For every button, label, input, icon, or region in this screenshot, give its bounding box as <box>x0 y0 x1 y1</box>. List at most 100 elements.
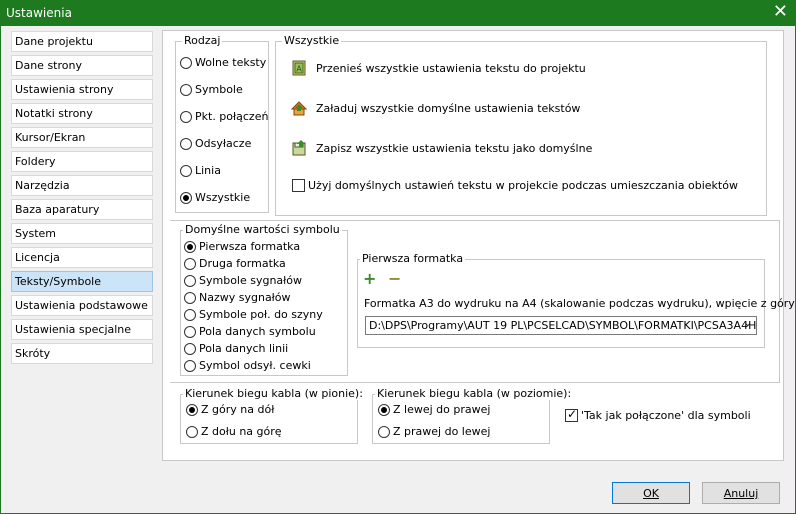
radio-wszystkie[interactable]: Wszystkie <box>180 191 250 204</box>
radio-label: Wolne teksty <box>195 56 267 69</box>
chevron-down-icon[interactable]: ⌄ <box>744 318 752 329</box>
section-divider <box>170 382 780 383</box>
radio-circle[interactable] <box>184 257 196 270</box>
cancel-button-label: Anuluj <box>723 487 759 500</box>
radio-label: Odsyłacze <box>195 137 252 150</box>
radio-circle[interactable] <box>378 403 390 416</box>
radio-circle[interactable] <box>184 240 196 253</box>
radio-pierwsza-formatka[interactable]: Pierwsza formatka <box>184 240 300 253</box>
radio-druga-formatka[interactable]: Druga formatka <box>184 257 286 270</box>
radio-circle[interactable] <box>186 403 198 416</box>
radio-nazwy-sygnalow[interactable]: Nazwy sygnałów <box>184 291 291 304</box>
radio-pola-danych-linii[interactable]: Pola danych linii <box>184 342 288 355</box>
sidebar-item-kursor-ekran[interactable]: Kursor/Ekran <box>11 127 153 148</box>
cancel-button[interactable]: Anuluj <box>702 482 780 504</box>
remove-icon[interactable]: − <box>388 271 401 287</box>
radio-symbol-odsyl-cewki[interactable]: Symbol odsył. cewki <box>184 359 311 372</box>
radio-linia[interactable]: Linia <box>180 164 221 177</box>
ok-button-label: OK <box>643 487 659 500</box>
radio-circle[interactable] <box>180 164 192 177</box>
use-defaults-checkbox[interactable] <box>292 179 305 192</box>
radio-circle[interactable] <box>184 342 196 355</box>
radio-z-prawej-do-lewej[interactable]: Z prawej do lewej <box>378 425 490 438</box>
sidebar-item-foldery[interactable]: Foldery <box>11 151 153 172</box>
radio-label: Nazwy sygnałów <box>199 291 291 304</box>
radio-circle[interactable] <box>184 359 196 372</box>
radio-circle[interactable] <box>180 137 192 150</box>
sidebar-item-ustawienia-podstawowe[interactable]: Ustawienia podstawowe <box>11 295 153 316</box>
radio-z-lewej-do-prawej[interactable]: Z lewej do prawej <box>378 403 490 416</box>
tak-jak-polaczone-row[interactable]: 'Tak jak połączone' dla symboli <box>565 407 751 422</box>
radio-z-gory-na-dol[interactable]: Z góry na dół <box>186 403 274 416</box>
radio-circle[interactable] <box>180 83 192 96</box>
tak-jak-polaczone-checkbox[interactable] <box>565 407 578 422</box>
window-title: Ustawienia <box>6 6 72 20</box>
load-defaults-icon <box>291 101 307 116</box>
sidebar-item-notatki-strony[interactable]: Notatki strony <box>11 103 153 124</box>
sidebar-item-baza-aparatury[interactable]: Baza aparatury <box>11 199 153 220</box>
radio-symbole[interactable]: Symbole <box>180 83 243 96</box>
sidebar-item-dane-projektu[interactable]: Dane projektu <box>11 31 153 52</box>
sidebar-item-ustawienia-specjalne[interactable]: Ustawienia specjalne <box>11 319 153 340</box>
radio-circle[interactable] <box>184 274 196 287</box>
action-label: Załaduj wszystkie domyślne ustawienia te… <box>316 101 581 115</box>
transfer-settings-action[interactable]: A Przenieś wszystkie ustawienia tekstu d… <box>291 60 586 76</box>
radio-symbole-sygnalow[interactable]: Symbole sygnałów <box>184 274 302 287</box>
sidebar-item-system[interactable]: System <box>11 223 153 244</box>
formatka-path-select[interactable]: D:\DPS\Programy\AUT 19 PL\PCSELCAD\SYMBO… <box>365 316 757 335</box>
kierunek-pion-legend: Kierunek biegu kabla (w pionie): <box>183 387 365 400</box>
save-defaults-action[interactable]: Zapisz wszystkie ustawienia tekstu jako … <box>291 140 592 156</box>
transfer-settings-icon: A <box>292 60 306 76</box>
radio-label: Z góry na dół <box>201 403 275 416</box>
radio-circle[interactable] <box>184 291 196 304</box>
save-defaults-icon <box>292 140 306 156</box>
radio-wolne-teksty[interactable]: Wolne teksty <box>180 56 266 69</box>
action-label: Zapisz wszystkie ustawienia tekstu jako … <box>316 141 593 155</box>
radio-circle[interactable] <box>184 325 196 338</box>
radio-label: Pierwsza formatka <box>199 240 301 253</box>
rodzaj-legend: Rodzaj <box>182 34 223 47</box>
use-defaults-checkbox-row[interactable]: Użyj domyślnych ustawień tekstu w projek… <box>292 179 738 192</box>
sidebar-item-dane-strony[interactable]: Dane strony <box>11 55 153 76</box>
radio-label: Z prawej do lewej <box>393 425 491 438</box>
svg-text:A: A <box>296 65 302 74</box>
radio-label: Z dołu na górę <box>201 425 282 438</box>
radio-label: Linia <box>195 164 221 177</box>
add-icon[interactable]: + <box>363 271 376 287</box>
section-divider <box>170 220 780 221</box>
radio-circle[interactable] <box>180 191 192 204</box>
radio-circle[interactable] <box>180 110 192 123</box>
sidebar-item-teksty-symbole[interactable]: Teksty/Symbole <box>11 271 153 292</box>
title-bar: Ustawienia ✕ <box>0 0 796 26</box>
radio-label: Druga formatka <box>199 257 286 270</box>
radio-label: Z lewej do prawej <box>393 403 491 416</box>
radio-pola-danych-symbolu[interactable]: Pola danych symbolu <box>184 325 316 338</box>
sidebar-item-narzedzia[interactable]: Narzędzia <box>11 175 153 196</box>
wszystkie-legend: Wszystkie <box>282 34 342 47</box>
load-defaults-action[interactable]: Załaduj wszystkie domyślne ustawienia te… <box>291 100 580 116</box>
sidebar-item-skroty[interactable]: Skróty <box>11 343 153 364</box>
ok-button[interactable]: OK <box>612 482 690 504</box>
formatka-path-value: D:\DPS\Programy\AUT 19 PL\PCSELCAD\SYMBO… <box>369 319 757 332</box>
radio-circle[interactable] <box>186 425 198 438</box>
radio-label: Pkt. połączeń <box>195 110 269 123</box>
domyslne-legend: Domyślne wartości symbolu <box>183 223 342 236</box>
radio-symbole-pol-do-szyny[interactable]: Symbole poł. do szyny <box>184 308 323 321</box>
sidebar-item-licencja[interactable]: Licencja <box>11 247 153 268</box>
tak-jak-polaczone-label: 'Tak jak połączone' dla symboli <box>581 409 751 422</box>
radio-circle[interactable] <box>184 308 196 321</box>
radio-circle[interactable] <box>378 425 390 438</box>
action-label: Przenieś wszystkie ustawienia tekstu do … <box>316 61 586 75</box>
radio-label: Symbol odsył. cewki <box>199 359 311 372</box>
radio-label: Symbole sygnałów <box>199 274 303 287</box>
radio-odsylacze[interactable]: Odsyłacze <box>180 137 251 150</box>
formatka-description: Formatka A3 do wydruku na A4 (skalowanie… <box>364 297 795 310</box>
radio-circle[interactable] <box>180 56 192 69</box>
radio-z-dolu-na-gore[interactable]: Z dołu na górę <box>186 425 282 438</box>
kierunek-poziom-legend: Kierunek biegu kabla (w poziomie): <box>375 387 574 400</box>
radio-pkt-polaczen[interactable]: Pkt. połączeń <box>180 110 268 123</box>
close-icon[interactable]: ✕ <box>773 2 788 22</box>
radio-label: Symbole <box>195 83 243 96</box>
sidebar-item-ustawienia-strony[interactable]: Ustawienia strony <box>11 79 153 100</box>
formatka-legend: Pierwsza formatka <box>360 252 466 265</box>
